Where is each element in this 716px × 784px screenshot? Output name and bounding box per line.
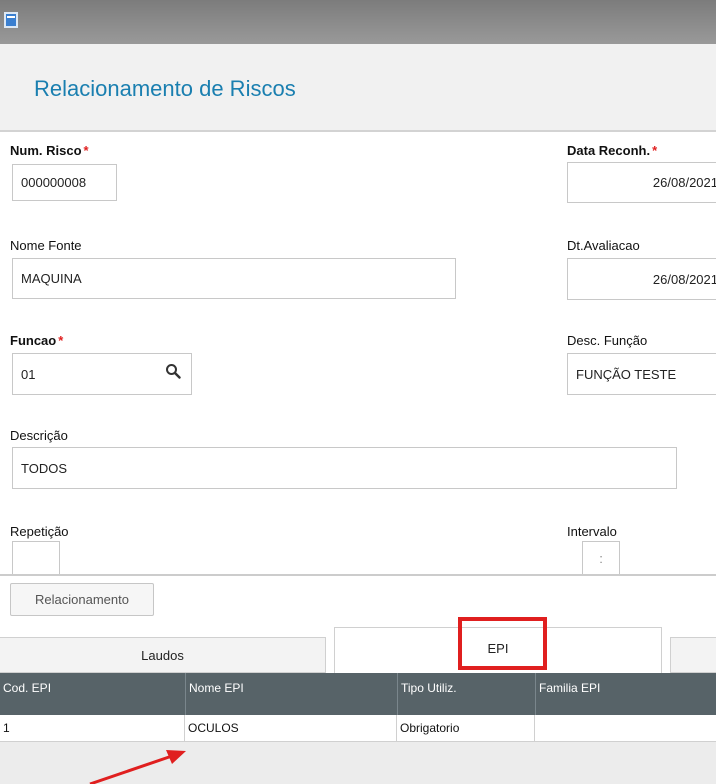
funcao-label: Funcao * bbox=[10, 333, 63, 348]
desc-funcao-label: Desc. Função bbox=[567, 333, 648, 348]
repeticao-field[interactable] bbox=[12, 541, 60, 574]
required-mark: * bbox=[83, 143, 89, 158]
descricao-label: Descrição bbox=[10, 428, 68, 443]
num-risco-field[interactable]: 000000008 bbox=[12, 164, 117, 201]
required-mark: * bbox=[58, 333, 64, 348]
table-row[interactable]: 1 OCULOS Obrigatorio bbox=[0, 715, 716, 742]
funcao-value: 01 bbox=[21, 366, 36, 382]
nome-fonte-field[interactable]: MAQUINA bbox=[12, 258, 456, 299]
dt-avaliacao-label: Dt.Avaliacao bbox=[567, 238, 640, 253]
window-titlebar bbox=[0, 0, 716, 44]
funcao-label-text: Funcao bbox=[10, 333, 57, 348]
dt-avaliacao-field[interactable]: 26/08/2021 bbox=[567, 258, 716, 300]
grid-header: Cod. EPI Nome EPI Tipo Utiliz. Familia E… bbox=[0, 673, 716, 715]
column-header-nome-epi[interactable]: Nome EPI bbox=[185, 673, 397, 715]
cell-nome-epi: OCULOS bbox=[185, 715, 397, 741]
num-risco-label-text: Num. Risco bbox=[10, 143, 82, 158]
required-mark: * bbox=[652, 143, 658, 158]
num-risco-label: Num. Risco * bbox=[10, 143, 89, 158]
section-divider bbox=[0, 574, 716, 576]
data-reconh-label-text: Data Reconh. bbox=[567, 143, 651, 158]
descricao-field[interactable]: TODOS bbox=[12, 447, 677, 489]
page-title: Relacionamento de Riscos bbox=[34, 76, 296, 101]
column-header-tipo-utiliz[interactable]: Tipo Utiliz. bbox=[397, 673, 535, 715]
funcao-field[interactable]: 01 bbox=[12, 353, 192, 395]
highlight-box bbox=[458, 617, 547, 670]
data-reconh-label: Data Reconh. * bbox=[567, 143, 657, 158]
intervalo-field[interactable]: : bbox=[582, 541, 620, 574]
cell-cod-epi: 1 bbox=[0, 715, 185, 741]
cell-familia-epi bbox=[535, 715, 716, 741]
annotation-arrow-icon bbox=[89, 750, 186, 784]
window-app-icon bbox=[4, 12, 18, 28]
relacionamento-button[interactable]: Relacionamento bbox=[10, 583, 154, 616]
column-header-familia-epi[interactable]: Familia EPI bbox=[535, 673, 716, 715]
data-reconh-field[interactable]: 26/08/2021 bbox=[567, 162, 716, 203]
repeticao-label: Repetição bbox=[10, 524, 69, 539]
tab-laudos[interactable]: Laudos bbox=[0, 637, 326, 673]
tab-extra[interactable] bbox=[670, 637, 716, 673]
intervalo-label: Intervalo bbox=[567, 524, 617, 539]
column-header-cod-epi[interactable]: Cod. EPI bbox=[0, 673, 185, 715]
search-icon[interactable] bbox=[165, 363, 181, 379]
desc-funcao-field[interactable]: FUNÇÃO TESTE bbox=[567, 353, 716, 395]
cell-tipo-utiliz: Obrigatorio bbox=[397, 715, 535, 741]
nome-fonte-label: Nome Fonte bbox=[10, 238, 82, 253]
